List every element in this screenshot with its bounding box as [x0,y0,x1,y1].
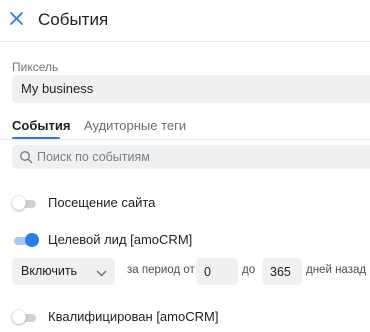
page-title: События [38,10,109,29]
chevron-down-icon [96,266,107,277]
tab-audience-tags[interactable]: Аудиторные теги [84,118,186,133]
pixel-select[interactable]: My business [12,75,370,103]
toggle-knob [25,233,39,247]
search-input[interactable] [37,145,357,169]
pixel-label: Пиксель [12,60,59,74]
search-box [12,145,370,169]
tab-events[interactable]: События [12,118,70,133]
close-icon[interactable] [6,8,28,30]
events-panel: События Пиксель My business События Ауди… [0,0,370,332]
toggle-knob [12,310,26,324]
days-ago-label: дней назад [306,264,367,276]
period-to-input[interactable] [262,258,302,285]
period-to-label: до [242,264,256,276]
active-tab-indicator [12,137,60,139]
qualified-toggle[interactable] [12,310,38,324]
toggle-knob [12,196,26,210]
target-lead-toggle[interactable] [12,233,39,247]
period-from-label: за период от [127,264,195,276]
search-icon [19,150,33,164]
action-select[interactable]: Включить [12,258,115,285]
qualified-label: Квалифицирован [amoCRM] [48,309,219,324]
tabs-divider [0,139,370,140]
period-from-input[interactable] [196,258,238,285]
action-select-value: Включить [21,264,78,278]
panel-header: События [0,0,370,42]
target-lead-label: Целевой лид [amoCRM] [48,232,193,247]
site-visit-toggle[interactable] [12,196,38,210]
site-visit-label: Посещение сайта [48,195,156,210]
